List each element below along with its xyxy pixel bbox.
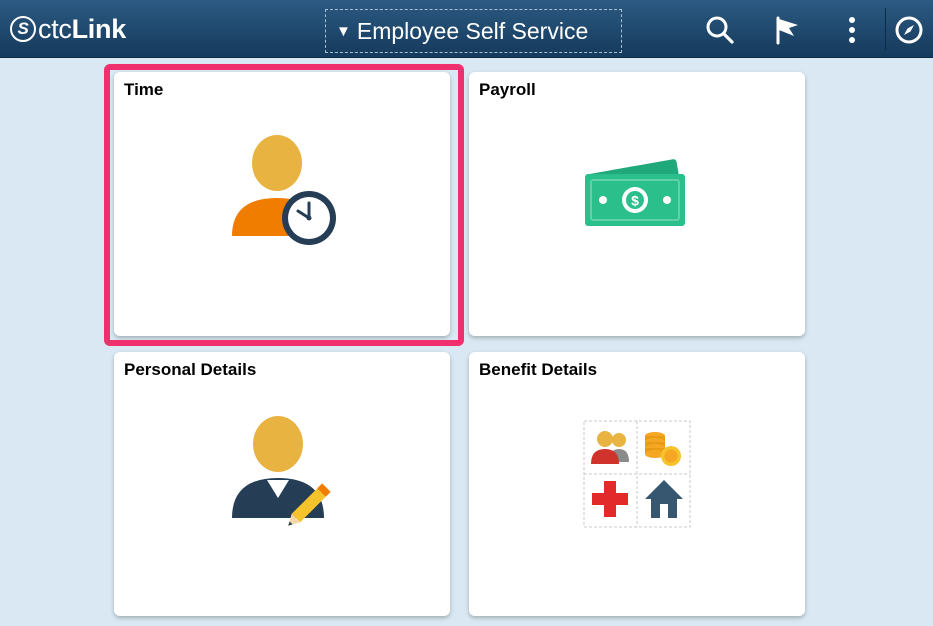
navbar-compass-icon[interactable] — [893, 14, 925, 46]
ctclink-logo[interactable]: S ctc Link — [10, 9, 126, 49]
house-icon — [645, 480, 683, 518]
people-icon — [591, 431, 629, 464]
logo-text-ctc: ctc — [38, 13, 72, 44]
top-banner: S ctc Link ▼ Employee Self Service — [0, 0, 933, 58]
red-cross-icon — [592, 481, 628, 517]
person-pencil-icon — [232, 416, 331, 526]
tile-payroll[interactable]: Payroll $ — [469, 72, 805, 336]
tile-personal-details[interactable]: Personal Details — [114, 352, 450, 616]
tile-time[interactable]: Time — [114, 72, 450, 336]
search-icon[interactable] — [704, 14, 736, 46]
logo-text-link: Link — [71, 13, 127, 44]
benefits-grid-icon — [583, 420, 691, 528]
homepage-selector-label: Employee Self Service — [356, 17, 589, 44]
tile-title: Time — [124, 80, 164, 99]
tile-title: Personal Details — [124, 360, 257, 379]
flag-icon[interactable] — [771, 14, 803, 46]
tile-title: Payroll — [479, 80, 536, 99]
coins-icon — [645, 432, 681, 466]
homepage-selector[interactable]: ▼ Employee Self Service — [325, 9, 622, 53]
header-divider — [885, 8, 886, 50]
caret-down-icon: ▼ — [336, 22, 351, 40]
tile-benefit-details[interactable]: Benefit Details — [469, 352, 805, 616]
tile-title: Benefit Details — [479, 360, 598, 379]
person-clock-icon — [232, 135, 336, 245]
actions-menu-icon[interactable] — [836, 14, 868, 46]
svg-text:$: $ — [631, 193, 639, 209]
money-icon: $ — [585, 159, 685, 226]
logo-mark: S — [10, 16, 36, 42]
